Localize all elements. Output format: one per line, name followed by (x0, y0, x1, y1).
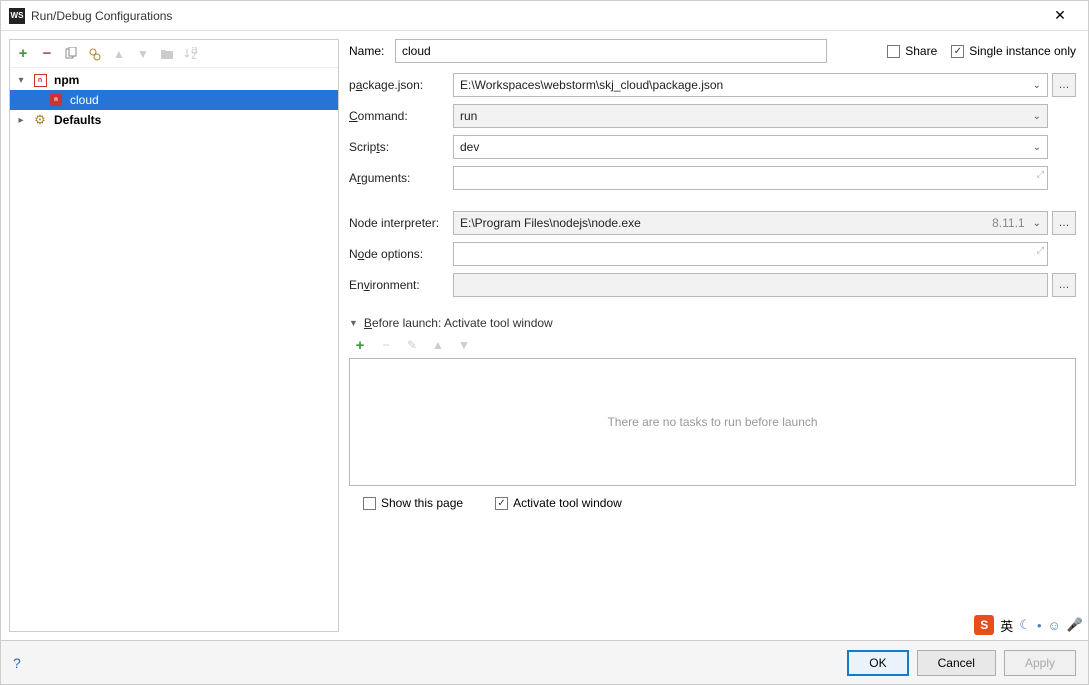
npm-icon: n (32, 72, 48, 88)
package-json-label: package.json: (349, 78, 453, 92)
mic-icon[interactable]: 🎤 (1067, 617, 1083, 633)
browse-package-button[interactable]: … (1052, 73, 1076, 97)
edit-task-button[interactable]: ✎ (403, 336, 421, 354)
expand-arrow-icon: ▾ (14, 75, 28, 86)
svg-text:z: z (191, 48, 197, 61)
node-version-hint: 8.11.1 (992, 216, 1024, 230)
environment-label: Environment: (349, 278, 453, 292)
browse-environment-button[interactable]: … (1052, 273, 1076, 297)
apply-button[interactable]: Apply (1004, 650, 1076, 676)
window-title: Run/Debug Configurations (31, 9, 1040, 23)
arguments-row: Arguments: ⤢ (349, 166, 1076, 190)
sogou-ime-icon[interactable]: S (974, 615, 994, 635)
show-this-page-checkbox[interactable]: Show this page (363, 496, 463, 510)
checkbox-icon (887, 45, 900, 58)
folder-button[interactable] (158, 45, 176, 63)
before-launch-list: There are no tasks to run before launch (349, 358, 1076, 486)
ime-lang[interactable]: 英 (1000, 616, 1013, 635)
chevron-down-icon: ⌄ (1033, 142, 1041, 153)
add-config-button[interactable]: + (14, 45, 32, 63)
move-up-button[interactable]: ▲ (110, 45, 128, 63)
arguments-input[interactable]: ⤢ (453, 166, 1048, 190)
checkbox-icon: ✓ (495, 497, 508, 510)
node-options-label: Node options: (349, 247, 453, 261)
move-task-up-button[interactable]: ▲ (429, 336, 447, 354)
chevron-down-icon: ⌄ (1033, 80, 1041, 91)
top-row: Name: Share ✓ Single instance only (349, 39, 1076, 63)
config-tree: ▾ n npm n cloud ▸ ⚙ Defaults (10, 68, 338, 631)
run-debug-window: WS Run/Debug Configurations ✕ + − ▲ ▼ (0, 0, 1089, 685)
name-input[interactable] (395, 39, 827, 63)
remove-task-button[interactable]: − (377, 336, 395, 354)
config-form: Name: Share ✓ Single instance only packa… (339, 31, 1088, 640)
package-json-row: package.json: E:\Workspaces\webstorm\skj… (349, 73, 1076, 97)
sort-button[interactable]: az (182, 45, 200, 63)
dialog-footer: ? OK Cancel Apply (1, 640, 1088, 684)
defaults-icon: ⚙ (32, 112, 48, 128)
npm-script-icon: n (48, 92, 64, 108)
cancel-button[interactable]: Cancel (917, 650, 996, 676)
single-instance-label: Single instance only (969, 44, 1076, 58)
node-options-row: Node options: ⤢ (349, 242, 1076, 266)
node-options-input[interactable]: ⤢ (453, 242, 1048, 266)
config-tree-panel: + − ▲ ▼ az ▾ n (9, 39, 339, 632)
close-icon[interactable]: ✕ (1040, 2, 1080, 30)
node-interpreter-select[interactable]: E:\Program Files\nodejs\node.exe 8.11.1 … (453, 211, 1048, 235)
tree-node-npm[interactable]: ▾ n npm (10, 70, 338, 90)
system-tray: S 英 ☾ • ☺ 🎤 (970, 613, 1087, 637)
command-row: Command: run ⌄ (349, 104, 1076, 128)
add-task-button[interactable]: + (351, 336, 369, 354)
chevron-down-icon: ⌄ (1033, 218, 1041, 229)
move-task-down-button[interactable]: ▼ (455, 336, 473, 354)
titlebar: WS Run/Debug Configurations ✕ (1, 1, 1088, 31)
expand-icon[interactable]: ⤢ (1037, 169, 1044, 180)
remove-config-button[interactable]: − (38, 45, 56, 63)
tree-node-cloud[interactable]: n cloud (10, 90, 338, 110)
ok-button[interactable]: OK (847, 650, 908, 676)
emoji-icon[interactable]: ☺ (1048, 618, 1061, 633)
arguments-label: Arguments: (349, 171, 453, 185)
empty-tasks-text: There are no tasks to run before launch (607, 415, 817, 429)
share-checkbox[interactable]: Share (887, 44, 937, 58)
collapse-arrow-icon: ▸ (14, 115, 28, 126)
triangle-down-icon: ▼ (349, 318, 358, 328)
tray-dot-icon[interactable]: • (1037, 618, 1042, 633)
package-json-select[interactable]: E:\Workspaces\webstorm\skj_cloud\package… (453, 73, 1048, 97)
command-select[interactable]: run ⌄ (453, 104, 1048, 128)
environment-row: Environment: … (349, 273, 1076, 297)
move-down-button[interactable]: ▼ (134, 45, 152, 63)
browse-interpreter-button[interactable]: … (1052, 211, 1076, 235)
tree-label: cloud (68, 93, 99, 107)
body: + − ▲ ▼ az ▾ n (1, 31, 1088, 640)
copy-config-button[interactable] (62, 45, 80, 63)
help-icon[interactable]: ? (13, 655, 21, 671)
single-instance-checkbox[interactable]: ✓ Single instance only (951, 44, 1076, 58)
checkbox-icon (363, 497, 376, 510)
save-template-button[interactable] (86, 45, 104, 63)
before-launch-toolbar: + − ✎ ▲ ▼ (349, 330, 1076, 358)
node-interpreter-label: Node interpreter: (349, 216, 453, 230)
webstorm-app-icon: WS (9, 8, 25, 24)
chevron-down-icon: ⌄ (1033, 111, 1041, 122)
command-label: Command: (349, 109, 453, 123)
tree-toolbar: + − ▲ ▼ az (10, 40, 338, 68)
checkbox-icon: ✓ (951, 45, 964, 58)
moon-icon[interactable]: ☾ (1019, 617, 1031, 633)
node-interpreter-row: Node interpreter: E:\Program Files\nodej… (349, 211, 1076, 235)
tree-node-defaults[interactable]: ▸ ⚙ Defaults (10, 110, 338, 130)
scripts-select[interactable]: dev ⌄ (453, 135, 1048, 159)
before-launch-section: ▼ Before launch: Activate tool window + … (349, 316, 1076, 510)
name-label: Name: (349, 44, 395, 58)
share-label: Share (905, 44, 937, 58)
before-launch-header[interactable]: ▼ Before launch: Activate tool window (349, 316, 1076, 330)
bottom-checks: Show this page ✓ Activate tool window (349, 496, 1076, 510)
scripts-label: Scripts: (349, 140, 453, 154)
tree-label: npm (52, 73, 79, 87)
tree-label: Defaults (52, 113, 101, 127)
environment-input[interactable] (453, 273, 1048, 297)
scripts-row: Scripts: dev ⌄ (349, 135, 1076, 159)
expand-icon[interactable]: ⤢ (1037, 245, 1044, 256)
activate-tool-window-checkbox[interactable]: ✓ Activate tool window (495, 496, 622, 510)
